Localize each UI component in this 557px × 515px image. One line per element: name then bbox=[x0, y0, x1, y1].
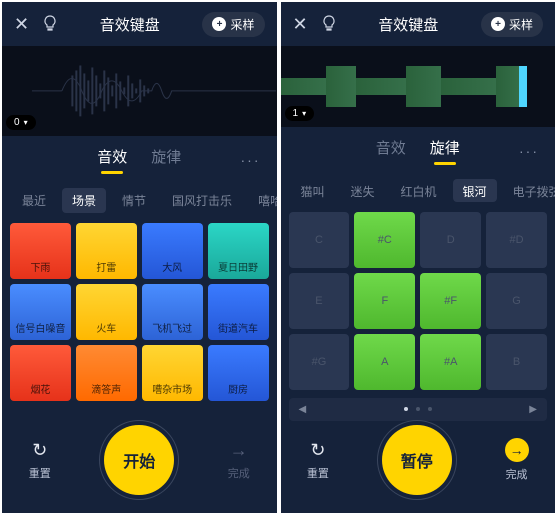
sample-button-label: 采样 bbox=[230, 16, 254, 33]
tab-bar: 音效 旋律 ··· bbox=[281, 127, 556, 173]
category-bar: 最近场景情节国风打击乐嘻哈 808R bbox=[2, 182, 277, 223]
pad[interactable]: 大风 bbox=[142, 223, 203, 279]
tab-melody[interactable]: 旋律 bbox=[151, 146, 181, 174]
arrow-right-icon: → bbox=[505, 438, 529, 462]
waveform-area[interactable]: 1 ▾ bbox=[281, 46, 556, 127]
lightbulb-icon[interactable] bbox=[43, 15, 57, 34]
page-title: 音效键盘 bbox=[100, 14, 160, 35]
chevron-down-icon: ▾ bbox=[24, 118, 28, 127]
plus-icon: + bbox=[491, 17, 505, 31]
done-button[interactable]: → 完成 bbox=[505, 438, 529, 482]
pad[interactable]: 夏日田野 bbox=[208, 223, 269, 279]
start-button[interactable]: 开始 bbox=[104, 425, 174, 495]
page-title: 音效键盘 bbox=[378, 14, 438, 35]
plus-icon: + bbox=[212, 17, 226, 31]
row-next-icon[interactable]: ▶ bbox=[529, 404, 537, 415]
playhead[interactable] bbox=[519, 66, 527, 107]
tab-sound-effect[interactable]: 音效 bbox=[376, 137, 406, 165]
tab-bar: 音效 旋律 ··· bbox=[2, 136, 277, 182]
pad[interactable]: 打雷 bbox=[76, 223, 137, 279]
pad[interactable]: G bbox=[486, 273, 547, 329]
category-item[interactable]: 红白机 bbox=[391, 179, 447, 202]
sample-button[interactable]: + 采样 bbox=[481, 12, 543, 37]
pad[interactable]: 厨房 bbox=[208, 345, 269, 401]
pad[interactable]: D bbox=[420, 212, 481, 268]
pad[interactable]: 飞机飞过 bbox=[142, 284, 203, 340]
category-item[interactable]: 情节 bbox=[112, 188, 156, 213]
close-icon[interactable]: ✕ bbox=[293, 14, 308, 35]
category-item[interactable]: 嘻哈 808 bbox=[248, 188, 276, 213]
done-button[interactable]: → 完成 bbox=[228, 440, 250, 481]
waveform-counter[interactable]: 1 ▾ bbox=[285, 106, 315, 121]
arrow-right-icon: → bbox=[230, 440, 248, 461]
pad[interactable]: F bbox=[354, 273, 415, 329]
reset-icon: ↻ bbox=[32, 440, 47, 461]
pad[interactable]: 信号白噪音 bbox=[10, 284, 71, 340]
controls-bar: ↻ 重置 暂停 → 完成 bbox=[281, 423, 556, 513]
close-icon[interactable]: ✕ bbox=[14, 14, 29, 35]
pad[interactable]: #G bbox=[289, 334, 350, 390]
chevron-down-icon: ▾ bbox=[302, 109, 306, 118]
pad[interactable]: 滴答声 bbox=[76, 345, 137, 401]
pad[interactable]: E bbox=[289, 273, 350, 329]
pad[interactable]: #A bbox=[420, 334, 481, 390]
tab-melody[interactable]: 旋律 bbox=[430, 137, 460, 165]
category-bar: 猫叫迷失红白机银河电子拨弦合成弦乐 bbox=[281, 173, 556, 212]
lightbulb-icon[interactable] bbox=[322, 15, 336, 34]
reset-button[interactable]: ↻ 重置 bbox=[29, 440, 51, 481]
pad[interactable]: #F bbox=[420, 273, 481, 329]
waveform-area[interactable]: 0 ▾ bbox=[2, 46, 277, 136]
pad[interactable]: A bbox=[354, 334, 415, 390]
pad[interactable]: #D bbox=[486, 212, 547, 268]
category-item[interactable]: 银河 bbox=[453, 179, 497, 202]
reset-button[interactable]: ↻ 重置 bbox=[307, 440, 329, 481]
pad-grid: C#CD#D EF#FG #GA#AB bbox=[281, 212, 556, 390]
pad[interactable]: C bbox=[289, 212, 350, 268]
header: ✕ 音效键盘 + 采样 bbox=[281, 2, 556, 46]
row-nav: ◀ ▶ bbox=[289, 398, 548, 421]
more-icon[interactable]: ··· bbox=[519, 143, 539, 159]
pad[interactable]: 烟花 bbox=[10, 345, 71, 401]
waveform-counter[interactable]: 0 ▾ bbox=[6, 115, 36, 130]
category-item[interactable]: 场景 bbox=[62, 188, 106, 213]
sample-button[interactable]: + 采样 bbox=[202, 12, 264, 37]
pad[interactable]: 下雨 bbox=[10, 223, 71, 279]
controls-bar: ↻ 重置 开始 → 完成 bbox=[2, 421, 277, 513]
more-icon[interactable]: ··· bbox=[241, 152, 261, 168]
tab-sound-effect[interactable]: 音效 bbox=[97, 146, 127, 174]
row-prev-icon[interactable]: ◀ bbox=[299, 404, 307, 415]
pause-button[interactable]: 暂停 bbox=[382, 425, 452, 495]
category-item[interactable]: 国风打击乐 bbox=[162, 188, 242, 213]
pad[interactable]: 街道汽车 bbox=[208, 284, 269, 340]
category-item[interactable]: 猫叫 bbox=[291, 179, 335, 202]
category-item[interactable]: 最近 bbox=[12, 188, 56, 213]
phone-left: ✕ 音效键盘 + 采样 bbox=[2, 2, 277, 513]
pad-grid: 下雨打雷大风夏日田野信号白噪音火车飞机飞过街道汽车烟花滴答声嘈杂市场厨房 bbox=[2, 223, 277, 401]
phone-right: ✕ 音效键盘 + 采样 1 ▾ 音效 bbox=[281, 2, 556, 513]
reset-icon: ↻ bbox=[310, 440, 325, 461]
sample-button-label: 采样 bbox=[509, 16, 533, 33]
pad[interactable]: #C bbox=[354, 212, 415, 268]
category-item[interactable]: 迷失 bbox=[341, 179, 385, 202]
pad[interactable]: B bbox=[486, 334, 547, 390]
row-dots bbox=[404, 407, 432, 411]
category-item[interactable]: 电子拨弦 bbox=[503, 179, 555, 202]
pad[interactable]: 火车 bbox=[76, 284, 137, 340]
header: ✕ 音效键盘 + 采样 bbox=[2, 2, 277, 46]
pad[interactable]: 嘈杂市场 bbox=[142, 345, 203, 401]
